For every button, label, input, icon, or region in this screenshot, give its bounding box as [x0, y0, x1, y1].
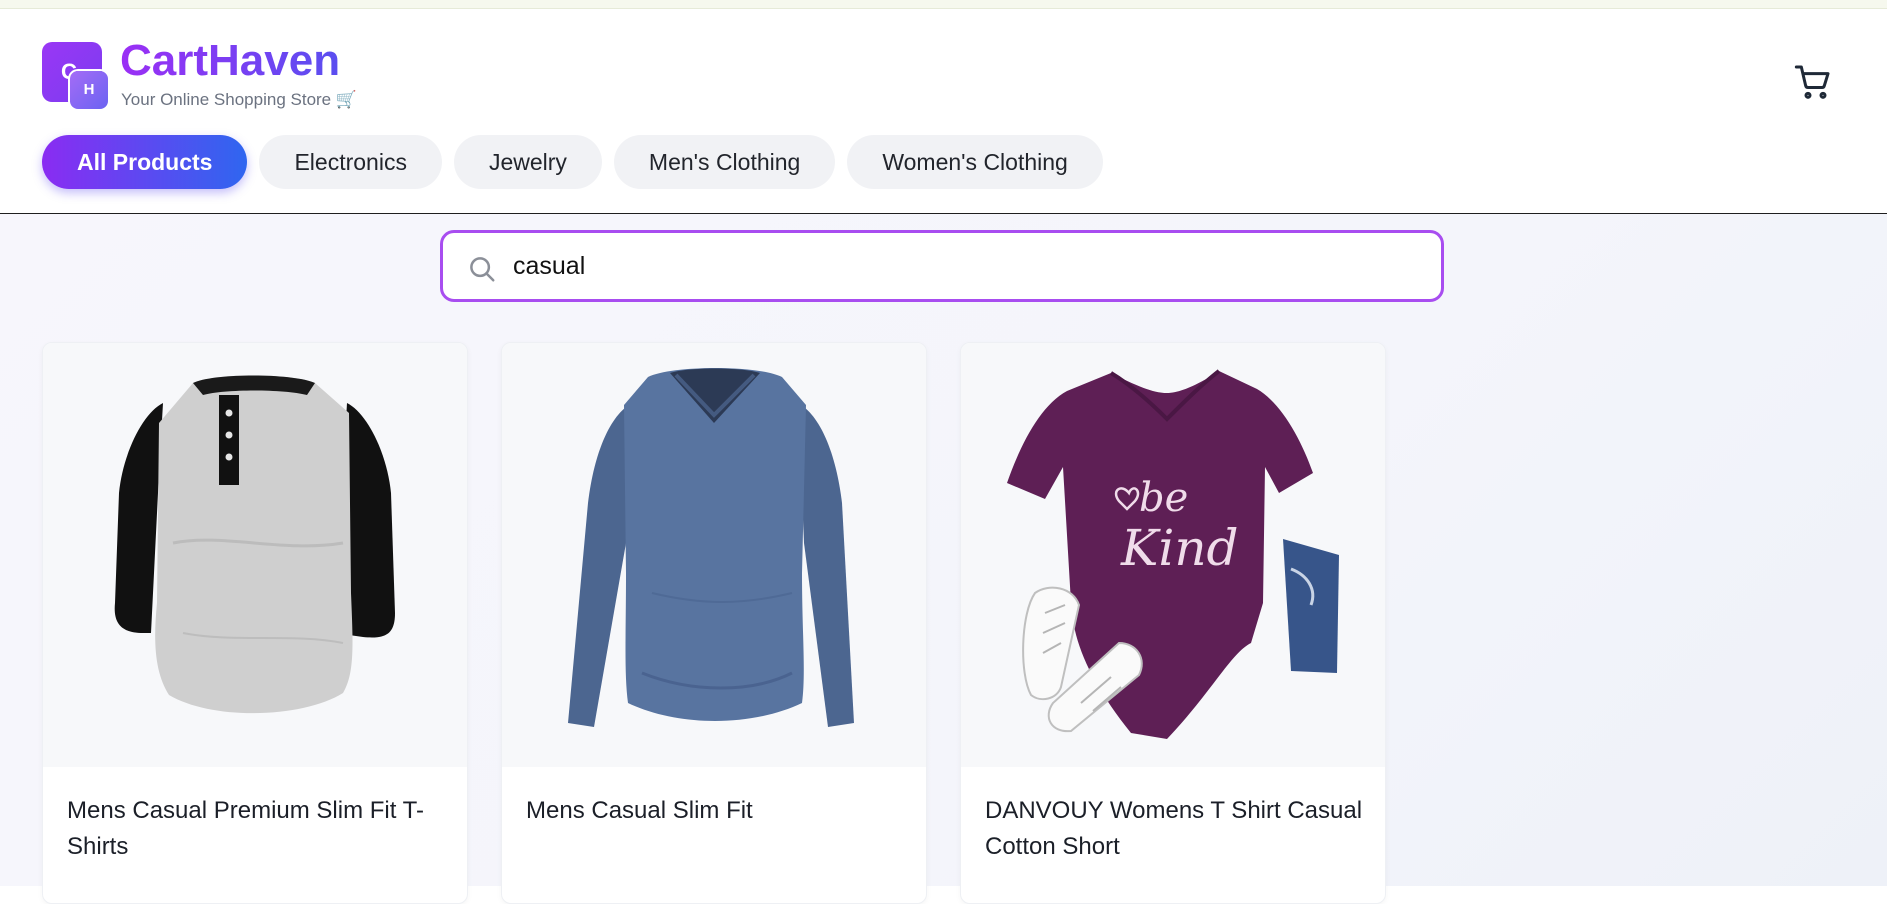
long-sleeve-vneck-shirt-image [568, 368, 854, 727]
cart-button[interactable] [1793, 62, 1833, 102]
svg-text:be: be [1139, 475, 1188, 521]
purple-be-kind-tshirt-image: be Kind [1007, 369, 1339, 739]
main-content: Mens Casual Premium Slim Fit T-Shirts Me… [0, 214, 1887, 904]
logo-letter-h: H [70, 71, 108, 109]
category-bar: All Products Electronics Jewelry Men's C… [0, 135, 1887, 214]
brand-name[interactable]: CartHaven [120, 39, 340, 83]
product-image[interactable] [43, 343, 467, 767]
category-tabs: All Products Electronics Jewelry Men's C… [42, 135, 1103, 189]
site-header: C H CartHaven Your Online Shopping Store… [0, 9, 1887, 136]
brand-tagline: Your Online Shopping Store 🛒 [121, 90, 358, 109]
category-electronics[interactable]: Electronics [259, 135, 442, 189]
category-womens-clothing[interactable]: Women's Clothing [847, 135, 1103, 189]
search-box[interactable] [440, 230, 1444, 302]
search-icon [470, 257, 495, 282]
product-title[interactable]: Mens Casual Slim Fit [526, 793, 906, 829]
product-image[interactable] [502, 343, 926, 767]
product-card[interactable]: be Kind DANVOUY Womens T Shirt Casual Co… [960, 342, 1386, 904]
product-title[interactable]: DANVOUY Womens T Shirt Casual Cotton Sho… [985, 793, 1365, 865]
raglan-henley-shirt-image [114, 375, 395, 714]
top-edge [0, 0, 1887, 9]
category-mens-clothing[interactable]: Men's Clothing [613, 135, 836, 189]
product-image[interactable]: be Kind [961, 343, 1385, 767]
product-card[interactable]: Mens Casual Premium Slim Fit T-Shirts [42, 342, 468, 904]
category-jewelry[interactable]: Jewelry [453, 135, 602, 189]
svg-text:Kind: Kind [1120, 519, 1239, 577]
product-title[interactable]: Mens Casual Premium Slim Fit T-Shirts [67, 793, 447, 865]
product-card[interactable]: Mens Casual Slim Fit [501, 342, 927, 904]
shopping-cart-icon [1794, 65, 1830, 99]
search-input[interactable] [513, 233, 1413, 299]
category-all-products[interactable]: All Products [42, 135, 248, 189]
